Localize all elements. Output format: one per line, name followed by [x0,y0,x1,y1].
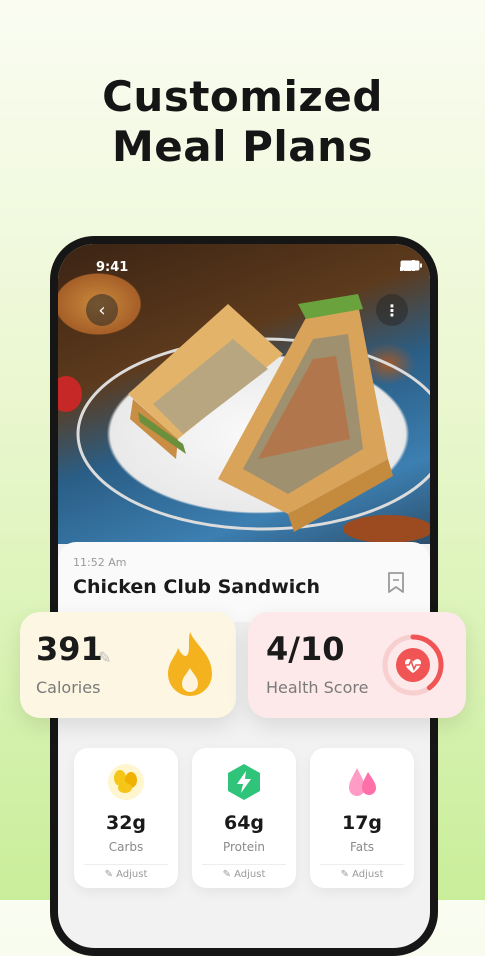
meal-info-panel: 11:52 Am Chicken Club Sandwich [58,542,430,622]
macros-row: 32g Carbs ✎ Adjust 64g Protein ✎ Adjust [58,734,430,948]
macro-card-fats[interactable]: 17g Fats ✎ Adjust [310,748,414,888]
edit-icon: ✎ [104,869,117,880]
protein-value: 64g [223,812,265,834]
bookmark-icon [388,572,404,593]
carbs-label: Carbs [108,840,144,854]
meal-time: 11:52 Am [73,556,127,569]
protein-adjust[interactable]: ✎ Adjust [202,864,286,880]
meal-title: Chicken Club Sandwich [73,576,321,598]
edit-icon: ✎ [340,869,353,880]
headline: Customized Meal Plans [0,72,485,172]
headline-line-2: Meal Plans [111,122,374,171]
pencil-icon[interactable]: ✎ [98,648,111,667]
status-time: 9:41 [96,260,129,275]
health-score-ring [382,634,444,696]
calories-label: Calories [36,678,101,697]
edit-icon: ✎ [222,869,235,880]
phone-screen: 9:41 ‹ ⋮ 11:52 Am Chicken Club Sandwich … [58,244,430,948]
back-button[interactable]: ‹ [86,294,118,326]
more-options-button[interactable]: ⋮ [376,294,408,326]
sandwich-illustration [58,294,430,543]
headline-line-1: Customized [102,72,383,121]
flame-icon [168,632,212,696]
health-score-label: Health Score [266,678,369,697]
health-score-card[interactable]: 4/10 Health Score [248,612,466,718]
macro-card-carbs[interactable]: 32g Carbs ✎ Adjust [74,748,178,888]
fats-adjust[interactable]: ✎ Adjust [320,864,404,880]
food-photo: 9:41 ‹ ⋮ [58,244,430,544]
protein-label: Protein [222,840,266,854]
calories-card[interactable]: 391 ✎ Calories [20,612,236,718]
calories-value: 391 [36,630,103,668]
fats-value: 17g [341,812,383,834]
battery-icon [400,260,422,271]
more-vertical-icon: ⋮ [384,300,400,320]
adjust-label: Adjust [116,869,148,880]
lightning-icon [228,764,260,800]
fats-label: Fats [349,840,375,854]
adjust-label: Adjust [234,869,266,880]
macro-card-protein[interactable]: 64g Protein ✎ Adjust [192,748,296,888]
carbs-adjust[interactable]: ✎ Adjust [84,864,168,880]
grain-icon [108,764,144,800]
chevron-left-icon: ‹ [98,299,106,321]
phone-frame: 9:41 ‹ ⋮ 11:52 Am Chicken Club Sandwich … [50,236,438,956]
bookmark-button[interactable] [386,572,406,598]
adjust-label: Adjust [352,869,384,880]
health-score-value: 4/10 [266,630,345,668]
carbs-value: 32g [105,812,147,834]
droplet-icon [349,768,376,796]
